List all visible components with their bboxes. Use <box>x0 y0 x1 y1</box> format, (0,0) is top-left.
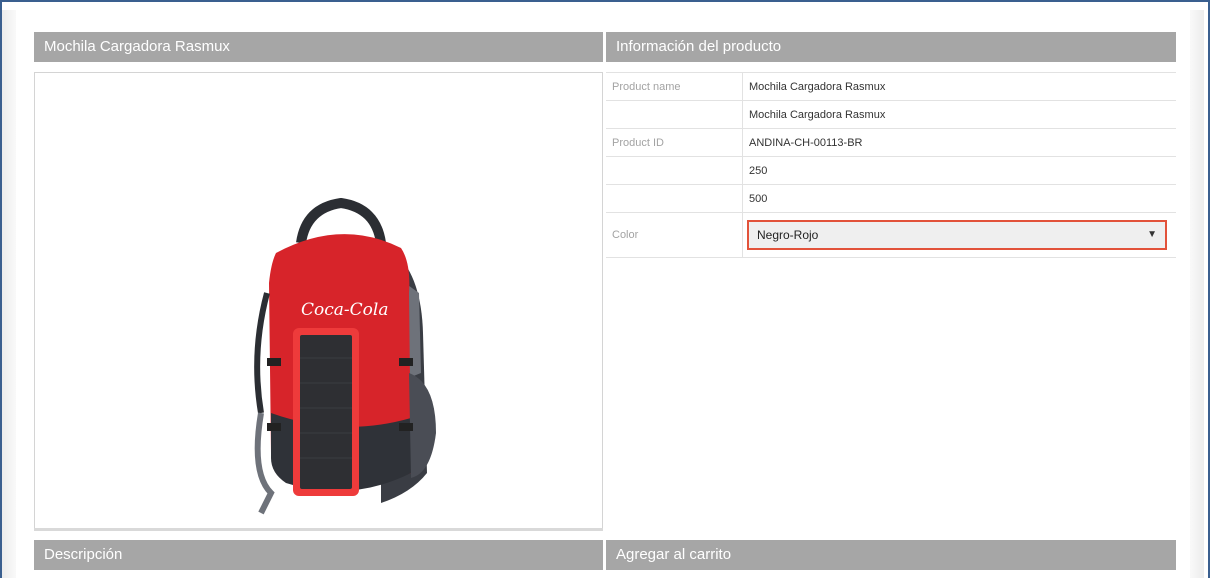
info-label <box>606 184 743 213</box>
info-row: Mochila Cargadora Rasmux <box>606 100 1176 129</box>
info-row: Product name Mochila Cargadora Rasmux <box>606 72 1176 101</box>
backpack-image: Coca-Cola <box>254 197 436 515</box>
product-info-header: Información del producto <box>606 32 1176 62</box>
product-info-table: Product name Mochila Cargadora Rasmux Mo… <box>606 72 1176 258</box>
info-row: Product ID ANDINA-CH-00113-BR <box>606 128 1176 157</box>
description-header: Descripción <box>34 540 603 570</box>
info-value: Mochila Cargadora Rasmux <box>742 100 1176 129</box>
info-value: ANDINA-CH-00113-BR <box>742 128 1176 157</box>
info-label: Product name <box>606 72 743 101</box>
info-row: 250 <box>606 156 1176 185</box>
product-image-box: Coca-Cola <box>34 72 603 531</box>
description-title: Descripción <box>44 546 123 563</box>
info-label <box>606 156 743 185</box>
info-value: 500 <box>742 184 1176 213</box>
color-cell: Negro-Rojo ▼ <box>742 212 1176 258</box>
add-to-cart-title: Agregar al carrito <box>616 546 732 563</box>
color-row: Color Negro-Rojo ▼ <box>606 212 1176 258</box>
backpack-brand-logo: Coca-Cola <box>301 300 388 320</box>
page-shadow-left <box>2 10 16 578</box>
image-box-bottom-bar <box>34 528 603 531</box>
info-value: Mochila Cargadora Rasmux <box>742 72 1176 101</box>
page-shadow-right <box>1190 10 1204 578</box>
product-title: Mochila Cargadora Rasmux <box>44 38 230 55</box>
info-label <box>606 100 743 129</box>
info-row: 500 <box>606 184 1176 213</box>
color-select[interactable]: Negro-Rojo ▼ <box>747 220 1167 250</box>
info-value: 250 <box>742 156 1176 185</box>
add-to-cart-header: Agregar al carrito <box>606 540 1176 570</box>
product-title-header: Mochila Cargadora Rasmux <box>34 32 603 62</box>
color-select-value: Negro-Rojo <box>757 228 819 242</box>
product-info-title: Información del producto <box>616 38 782 55</box>
dropdown-arrow-icon: ▼ <box>1147 229 1157 240</box>
color-label: Color <box>606 212 743 258</box>
info-label: Product ID <box>606 128 743 157</box>
